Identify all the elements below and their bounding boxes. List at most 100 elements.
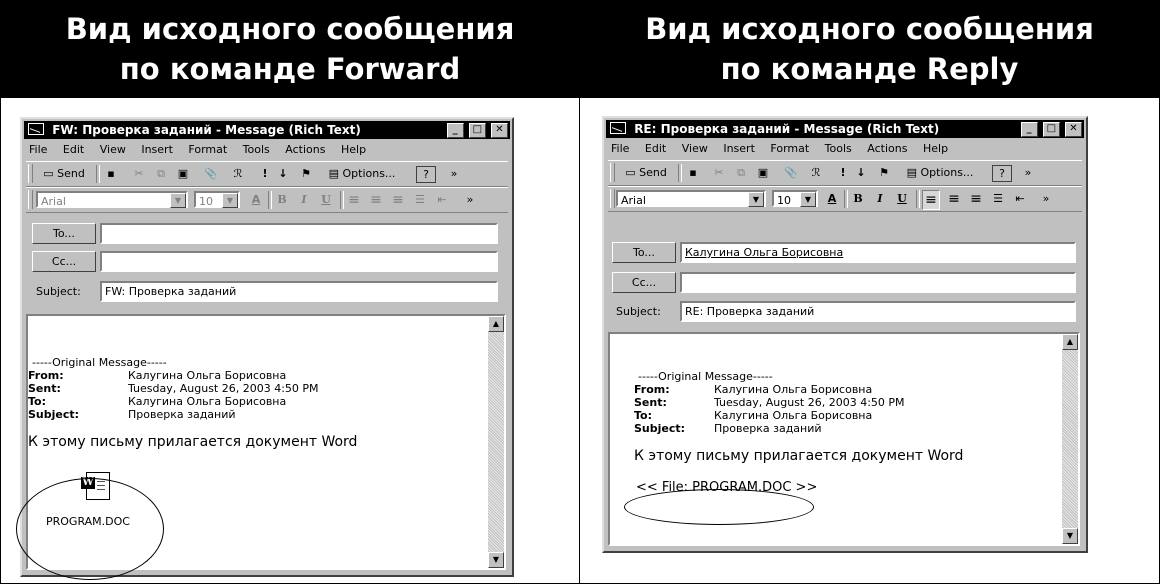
- attach-icon[interactable]: 📎: [202, 165, 220, 183]
- menu-insert[interactable]: Insert: [720, 142, 755, 155]
- copy-icon[interactable]: ⧉: [152, 165, 170, 183]
- flag-icon[interactable]: ⚑: [298, 165, 314, 183]
- to-field[interactable]: Калугина Ольга Борисовна: [680, 242, 1076, 263]
- menu-help[interactable]: Help: [338, 143, 366, 156]
- toolbar-more-icon[interactable]: »: [448, 165, 460, 183]
- chevron-down-icon[interactable]: ▼: [222, 193, 238, 208]
- italic-icon[interactable]: I: [296, 191, 312, 209]
- bullets-icon[interactable]: ☰: [990, 190, 1006, 208]
- send-button[interactable]: ▭ Send: [618, 164, 674, 182]
- vertical-scrollbar[interactable]: ▲ ▼: [488, 316, 504, 568]
- copy-icon[interactable]: ⧉: [732, 164, 750, 182]
- menu-format[interactable]: Format: [185, 143, 227, 156]
- scroll-up-icon[interactable]: ▲: [1062, 334, 1078, 350]
- to-field[interactable]: [100, 223, 498, 244]
- toolbar-more-icon[interactable]: »: [1040, 190, 1052, 208]
- importance-low-icon[interactable]: ↓: [854, 164, 868, 182]
- menu-actions[interactable]: Actions: [864, 142, 907, 155]
- align-right-icon[interactable]: ≡: [968, 190, 984, 208]
- save-icon[interactable]: ▪: [102, 165, 120, 183]
- importance-high-icon[interactable]: !: [258, 165, 272, 183]
- cc-field[interactable]: [680, 272, 1076, 293]
- chevron-down-icon[interactable]: ▼: [170, 193, 186, 208]
- decrease-indent-icon[interactable]: ⇤: [434, 191, 450, 209]
- menu-file[interactable]: File: [26, 143, 47, 156]
- chevron-down-icon[interactable]: ▼: [748, 192, 764, 207]
- bold-icon[interactable]: B: [850, 190, 866, 208]
- menu-file[interactable]: File: [608, 142, 629, 155]
- align-left-icon[interactable]: ≡: [922, 190, 940, 210]
- minimize-button[interactable]: _: [1020, 122, 1038, 137]
- options-button[interactable]: ▤ Options...: [322, 165, 402, 183]
- toolbar-grip[interactable]: [610, 189, 615, 208]
- menu-tools[interactable]: Tools: [240, 143, 270, 156]
- menu-format[interactable]: Format: [767, 142, 809, 155]
- scroll-down-icon[interactable]: ▼: [488, 552, 504, 568]
- menu-view[interactable]: View: [97, 143, 126, 156]
- bullets-icon[interactable]: ☰: [412, 191, 428, 209]
- align-right-icon[interactable]: ≡: [390, 191, 406, 209]
- importance-high-icon[interactable]: !: [836, 164, 850, 182]
- options-button[interactable]: ▤ Options...: [900, 164, 980, 182]
- font-color-icon[interactable]: A: [248, 191, 264, 209]
- title-bar[interactable]: FW: Проверка заданий - Message (Rich Tex…: [24, 121, 510, 139]
- subject-field[interactable]: FW: Проверка заданий: [100, 281, 498, 302]
- to-button[interactable]: To...: [32, 223, 96, 244]
- check-names-icon[interactable]: ℛ: [228, 165, 248, 183]
- help-icon[interactable]: ?: [416, 166, 436, 183]
- toolbar-more-icon[interactable]: »: [1022, 164, 1034, 182]
- cut-icon[interactable]: ✂: [710, 164, 728, 182]
- to-recipient[interactable]: Калугина Ольга Борисовна: [685, 246, 843, 259]
- maximize-button[interactable]: □: [1042, 122, 1060, 137]
- center-icon[interactable]: ≡: [368, 191, 384, 209]
- cc-field[interactable]: [100, 251, 498, 272]
- check-names-icon[interactable]: ℛ: [806, 164, 826, 182]
- menu-actions[interactable]: Actions: [282, 143, 325, 156]
- paste-icon[interactable]: ▣: [174, 165, 192, 183]
- toolbar-more-icon[interactable]: »: [464, 191, 476, 209]
- scroll-down-icon[interactable]: ▼: [1062, 528, 1078, 544]
- font-select[interactable]: Arial ▼: [36, 191, 188, 208]
- align-left-icon[interactable]: ≡: [346, 191, 362, 209]
- maximize-button[interactable]: □: [468, 123, 486, 138]
- bold-icon[interactable]: B: [274, 191, 290, 209]
- save-icon[interactable]: ▪: [684, 164, 702, 182]
- vertical-scrollbar[interactable]: ▲ ▼: [1062, 334, 1078, 544]
- menu-edit[interactable]: Edit: [60, 143, 84, 156]
- flag-icon[interactable]: ⚑: [876, 164, 892, 182]
- title-bar[interactable]: RE: Проверка заданий - Message (Rich Tex…: [606, 120, 1084, 138]
- italic-icon[interactable]: I: [872, 190, 888, 208]
- to-button[interactable]: To...: [612, 242, 676, 263]
- font-select[interactable]: Arial ▼: [616, 190, 766, 207]
- menu-view[interactable]: View: [679, 142, 708, 155]
- center-icon[interactable]: ≡: [946, 190, 962, 208]
- paste-icon[interactable]: ▣: [754, 164, 772, 182]
- chevron-down-icon[interactable]: ▼: [800, 192, 816, 207]
- help-icon[interactable]: ?: [992, 165, 1012, 182]
- underline-icon[interactable]: U: [894, 190, 910, 208]
- close-button[interactable]: ✕: [491, 123, 508, 138]
- scroll-up-icon[interactable]: ▲: [488, 316, 504, 332]
- decrease-indent-icon[interactable]: ⇤: [1012, 190, 1028, 208]
- cc-button[interactable]: Cc...: [32, 251, 96, 272]
- toolbar-grip[interactable]: [28, 190, 33, 209]
- toolbar-grip[interactable]: [610, 163, 615, 182]
- font-size-select[interactable]: 10 ▼: [772, 190, 818, 207]
- font-size-select[interactable]: 10 ▼: [194, 191, 240, 208]
- font-color-icon[interactable]: A: [824, 190, 840, 208]
- cut-icon[interactable]: ✂: [130, 165, 148, 183]
- underline-icon[interactable]: U: [318, 191, 334, 209]
- window-title: RE: Проверка заданий - Message (Rich Tex…: [634, 122, 940, 136]
- toolbar-grip[interactable]: [28, 164, 33, 183]
- close-button[interactable]: ✕: [1065, 122, 1082, 137]
- cc-button[interactable]: Cc...: [612, 272, 676, 293]
- attach-icon[interactable]: 📎: [782, 164, 800, 182]
- importance-low-icon[interactable]: ↓: [276, 165, 290, 183]
- menu-tools[interactable]: Tools: [822, 142, 852, 155]
- menu-insert[interactable]: Insert: [138, 143, 173, 156]
- menu-help[interactable]: Help: [920, 142, 948, 155]
- subject-field[interactable]: RE: Проверка заданий: [680, 301, 1076, 322]
- minimize-button[interactable]: _: [446, 123, 464, 138]
- send-button[interactable]: ▭ Send: [36, 165, 92, 183]
- menu-edit[interactable]: Edit: [642, 142, 666, 155]
